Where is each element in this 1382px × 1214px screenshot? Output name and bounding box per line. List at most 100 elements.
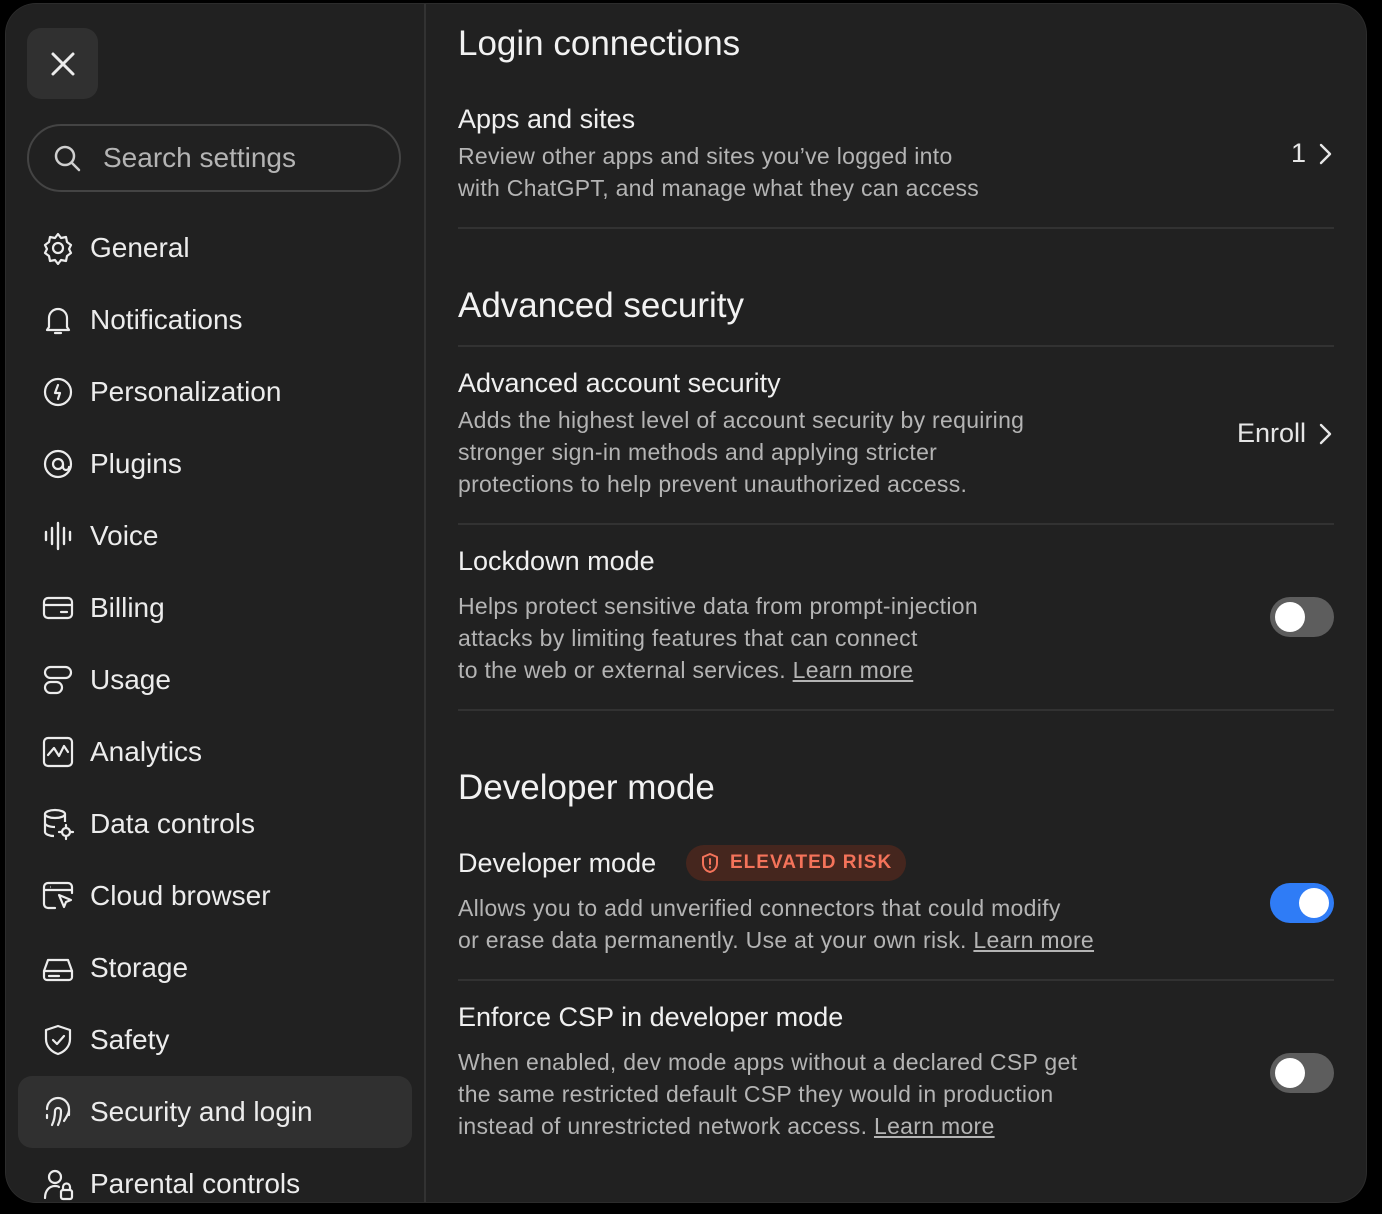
close-button[interactable]: [27, 28, 98, 99]
advanced-account-security-description: Adds the highest level of account securi…: [458, 404, 1024, 500]
lockdown-mode-description: Helps protect sensitive data from prompt…: [458, 590, 978, 686]
settings-content: Login connections Apps and sites Review …: [458, 4, 1334, 1202]
sidebar-item-analytics[interactable]: Analytics: [18, 716, 412, 788]
sidebar-item-label: Security and login: [90, 1096, 313, 1127]
sidebar-item-usage[interactable]: Usage: [18, 644, 412, 716]
sidebar-item-data-controls[interactable]: Data controls: [18, 788, 412, 860]
sidebar-item-label: Personalization: [90, 376, 282, 407]
section-heading-login-connections: Login connections: [458, 24, 741, 63]
enroll-label: Enroll: [1236, 418, 1306, 448]
sidebar-item-label: Storage: [90, 952, 189, 983]
database-gear-icon: [40, 806, 76, 842]
description-line: Helps protect sensitive data from prompt…: [458, 593, 978, 619]
usage-icon: [40, 662, 76, 698]
warning-shield-icon: [702, 853, 718, 873]
description-line: Allows you to add unverified connectors …: [458, 895, 1061, 921]
divider: [458, 227, 1334, 229]
sidebar-item-label: Billing: [90, 592, 165, 623]
settings-nav: General Notifications Personalization Pl…: [18, 212, 412, 1202]
enforce-csp-description: When enabled, dev mode apps without a de…: [458, 1046, 1077, 1142]
user-lock-icon: [40, 1166, 76, 1202]
sidebar-item-general[interactable]: General: [18, 212, 412, 284]
divider: [458, 979, 1334, 981]
lockdown-mode-title: Lockdown mode: [458, 546, 655, 576]
sidebar-item-label: Voice: [90, 520, 159, 551]
developer-mode-title: Developer mode: [458, 848, 657, 878]
sidebar-item-voice[interactable]: Voice: [18, 500, 412, 572]
sidebar-item-safety[interactable]: Safety: [18, 1004, 412, 1076]
description-line: When enabled, dev mode apps without a de…: [458, 1049, 1078, 1075]
description-line: Adds the highest level of account securi…: [458, 407, 1025, 433]
shield-check-icon: [40, 1022, 76, 1058]
voice-waveform-icon: [40, 518, 76, 554]
apps-and-sites-description: Review other apps and sites you’ve logge…: [458, 140, 979, 204]
enforce-csp-toggle[interactable]: [1270, 1053, 1334, 1093]
sidebar-item-label: Cloud browser: [90, 880, 271, 911]
sidebar-item-storage[interactable]: Storage: [18, 932, 412, 1004]
developer-mode-toggle[interactable]: [1270, 883, 1334, 923]
analytics-chart-icon: [40, 734, 76, 770]
sidebar-item-security-and-login[interactable]: Security and login: [18, 1076, 412, 1148]
divider: [458, 345, 1334, 347]
description-line: instead of unrestricted network access. …: [458, 1110, 1077, 1142]
sidebar-item-label: Notifications: [90, 304, 243, 335]
cloud-browser-cursor-icon: [40, 878, 76, 914]
description-text: to the web or external services.: [458, 657, 786, 683]
apps-and-sites-title: Apps and sites: [458, 104, 636, 134]
learn-more-link[interactable]: Learn more: [973, 927, 1094, 953]
learn-more-link[interactable]: Learn more: [874, 1113, 995, 1139]
toggle-knob: [1275, 1058, 1305, 1088]
apps-count: 1: [1290, 138, 1306, 168]
sidebar-item-label: Data controls: [90, 808, 255, 839]
sidebar-item-parental-controls[interactable]: Parental controls: [18, 1148, 412, 1202]
sidebar-item-billing[interactable]: Billing: [18, 572, 412, 644]
sidebar-item-label: General: [90, 232, 190, 263]
chevron-right-icon: [1319, 143, 1332, 164]
description-text: or erase data permanently. Use at your o…: [458, 927, 967, 953]
sidebar-item-label: Usage: [90, 664, 171, 695]
sidebar-item-label: Plugins: [90, 448, 182, 479]
search-icon: [54, 145, 81, 172]
section-heading-developer-mode: Developer mode: [458, 768, 715, 807]
divider: [458, 523, 1334, 525]
sidebar-item-personalization[interactable]: Personalization: [18, 356, 412, 428]
description-line: to the web or external services. Learn m…: [458, 654, 978, 686]
apps-and-sites-button[interactable]: 1: [1291, 138, 1334, 169]
developer-mode-description: Allows you to add unverified connectors …: [458, 892, 1094, 956]
sidebar-item-cloud-browser[interactable]: Cloud browser: [18, 860, 412, 932]
settings-window: General Notifications Personalization Pl…: [6, 4, 1366, 1202]
bell-icon: [40, 302, 76, 338]
search-input[interactable]: [101, 141, 385, 175]
description-line: or erase data permanently. Use at your o…: [458, 924, 1094, 956]
description-line: the same restricted default CSP they wou…: [458, 1081, 1054, 1107]
description-line: protections to help prevent unauthorized…: [458, 471, 968, 497]
learn-more-link[interactable]: Learn more: [793, 657, 914, 683]
enforce-csp-title: Enforce CSP in developer mode: [458, 1002, 844, 1032]
enroll-button[interactable]: Enroll: [1237, 418, 1334, 449]
sidebar-item-notifications[interactable]: Notifications: [18, 284, 412, 356]
close-icon: [51, 52, 74, 75]
divider: [458, 709, 1334, 711]
personalization-icon: [40, 374, 76, 410]
lockdown-mode-toggle[interactable]: [1270, 597, 1334, 637]
storage-drive-icon: [40, 950, 76, 986]
badge-label: ELEVATED RISK: [730, 852, 893, 873]
search-box[interactable]: [27, 124, 401, 192]
advanced-account-security-title: Advanced account security: [458, 368, 781, 398]
description-line: with ChatGPT, and manage what they can a…: [458, 175, 980, 201]
sidebar-item-label: Parental controls: [90, 1168, 301, 1199]
description-text: instead of unrestricted network access.: [458, 1113, 868, 1139]
chevron-right-icon: [1319, 423, 1332, 444]
description-line: stronger sign-in methods and applying st…: [458, 439, 938, 465]
sidebar-item-plugins[interactable]: Plugins: [18, 428, 412, 500]
fingerprint-icon: [40, 1094, 76, 1130]
elevated-risk-badge: ELEVATED RISK: [686, 845, 907, 881]
description-line: Review other apps and sites you’ve logge…: [458, 143, 953, 169]
sidebar-item-label: Analytics: [90, 736, 203, 767]
toggle-knob: [1299, 888, 1329, 918]
gear-icon: [40, 230, 76, 266]
sidebar-item-label: Safety: [90, 1024, 170, 1055]
plugins-icon: [40, 446, 76, 482]
credit-card-icon: [40, 590, 76, 626]
settings-sidebar: General Notifications Personalization Pl…: [6, 4, 426, 1202]
